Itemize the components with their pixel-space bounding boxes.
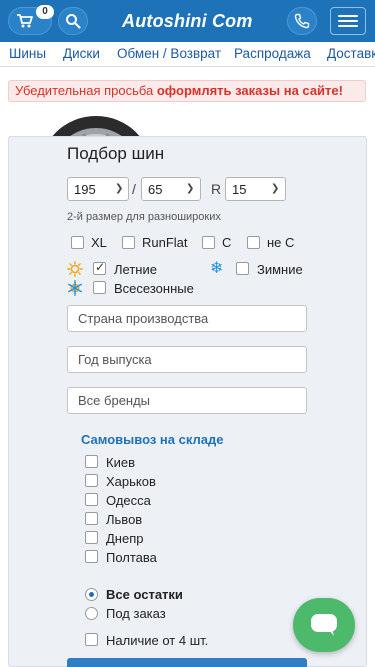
city-label: Одесса	[106, 493, 151, 508]
nav-item-delivery[interactable]: Доставк	[327, 46, 375, 61]
city-label: Днепр	[106, 531, 144, 546]
winter-label: Зимние	[257, 262, 303, 277]
profile-select[interactable]: 65	[141, 177, 201, 201]
phone-button[interactable]	[287, 7, 317, 35]
nav-item-tires[interactable]: Шины	[9, 46, 46, 61]
all-season-checkbox[interactable]	[93, 281, 106, 294]
all-season-label: Всесезонные	[114, 281, 194, 296]
snowflake-icon: ❄	[210, 260, 224, 277]
winter-checkbox[interactable]	[236, 262, 249, 275]
c-label: C	[222, 235, 232, 250]
c-checkbox[interactable]	[202, 236, 215, 249]
city-checkbox-kharkiv[interactable]	[85, 474, 98, 487]
notice-emphasis: оформлять заказы на сайте!	[156, 83, 343, 98]
hamburger-icon	[338, 15, 358, 17]
second-size-hint: 2-й размер для разноширoких	[67, 211, 221, 223]
country-input[interactable]	[67, 305, 307, 332]
radius-prefix: R	[211, 181, 222, 197]
city-label: Львов	[106, 512, 143, 527]
city-label: Харьков	[106, 474, 156, 489]
search-submit-button[interactable]	[67, 658, 307, 667]
not-c-checkbox[interactable]	[247, 236, 260, 249]
site-logo[interactable]: Autoshini Com	[122, 11, 253, 32]
not-c-label: не С	[267, 235, 295, 250]
all-stock-radio[interactable]	[85, 588, 98, 601]
nav-item-exchange-return[interactable]: Обмен / Возврат	[117, 46, 221, 61]
city-checkbox-poltava[interactable]	[85, 550, 98, 563]
xl-checkbox[interactable]	[71, 236, 84, 249]
all-stock-label: Все остатки	[106, 587, 183, 602]
summer-label: Летние	[114, 262, 157, 277]
phone-icon	[294, 13, 310, 29]
on-order-radio[interactable]	[85, 607, 98, 620]
radius-select[interactable]: 15	[225, 177, 286, 201]
notice-text: Убедительная просьба	[15, 83, 157, 98]
city-checkbox-dnipro[interactable]	[85, 531, 98, 544]
pickup-section-title: Самовывоз на складе	[81, 432, 224, 447]
sun-icon	[67, 261, 83, 277]
cart-icon	[17, 14, 33, 28]
city-checkbox-lviv[interactable]	[85, 512, 98, 525]
min4-label: Наличие от 4 шт.	[106, 633, 209, 648]
summer-checkbox[interactable]	[93, 260, 106, 275]
xl-label: XL	[91, 235, 107, 250]
runflat-label: RunFlat	[142, 235, 188, 250]
nav-item-wheels[interactable]: Диски	[63, 46, 100, 61]
filter-title: Подбор шин	[67, 144, 165, 163]
chat-button[interactable]	[293, 598, 355, 652]
width-select[interactable]: 195	[67, 177, 129, 201]
search-icon	[66, 14, 81, 29]
city-checkbox-kyiv[interactable]	[85, 455, 98, 468]
brands-input[interactable]	[67, 387, 307, 414]
order-notice-banner: Убедительная просьба оформлять заказы на…	[8, 80, 366, 102]
city-checkbox-odesa[interactable]	[85, 493, 98, 506]
app-header: 0 Autoshini Com	[0, 0, 375, 42]
sun-snowflake-icon	[68, 280, 82, 296]
nav-item-sale[interactable]: Распродажа	[234, 46, 311, 61]
city-label: Полтава	[106, 550, 157, 565]
menu-button[interactable]	[330, 7, 366, 35]
min4-checkbox[interactable]	[85, 633, 98, 646]
size-separator: /	[132, 181, 136, 197]
runflat-checkbox[interactable]	[122, 236, 135, 249]
cart-count-badge: 0	[36, 5, 54, 19]
chat-bubble-icon	[311, 614, 337, 636]
search-button[interactable]	[58, 7, 88, 35]
city-label: Киев	[106, 455, 135, 470]
year-input[interactable]	[67, 346, 307, 373]
top-nav: Шины Диски Обмен / Возврат Распродажа До…	[0, 42, 375, 67]
on-order-label: Под заказ	[106, 606, 166, 621]
